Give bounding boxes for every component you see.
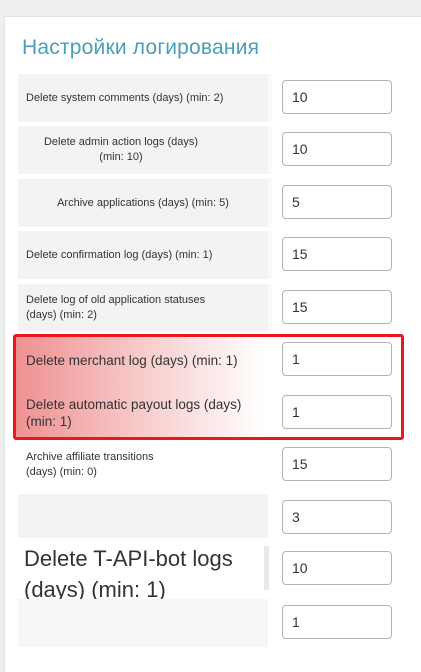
setting-row-automatic-payout-logs: Delete automatic payout logs (days) (min…	[16, 389, 421, 440]
setting-label-affiliate-transitions: Archive affiliate transitions (days) (mi…	[26, 451, 154, 478]
setting-input-cell	[272, 126, 421, 174]
old-application-statuses-days-input[interactable]	[282, 290, 392, 324]
setting-label-confirmation-log: Delete confirmation log (days) (min: 1)	[26, 248, 213, 261]
setting-label-cell: Delete system comments (days) (min: 2)	[18, 74, 268, 122]
setting-label-cell	[18, 494, 268, 542]
setting-label-cell	[18, 599, 268, 647]
setting-label-admin-action-logs: Delete admin action logs (days) (min: 10…	[43, 136, 199, 163]
archive-applications-days-input[interactable]	[282, 185, 392, 219]
confirmation-log-days-input[interactable]	[282, 237, 392, 271]
setting-input-cell	[272, 389, 421, 437]
t-api-bot-logs-days-input[interactable]	[282, 551, 392, 585]
setting-input-cell	[272, 336, 421, 384]
setting-label-merchant-log: Delete merchant log (days) (min: 1)	[26, 352, 238, 368]
setting-label-cell: Archive applications (days) (min: 5)	[18, 179, 268, 227]
affiliate-transitions-days-input[interactable]	[282, 447, 392, 481]
setting-label-cell: Delete automatic payout logs (days) (min…	[18, 389, 268, 437]
setting-input-cell	[272, 599, 421, 647]
setting-row-merchant-log: Delete merchant log (days) (min: 1)	[16, 336, 421, 387]
setting-label-cell: Delete admin action logs (days) (min: 10…	[18, 126, 268, 174]
setting-label-t-api-bot-logs: Delete T-API-bot logs (days) (min: 1)	[24, 546, 233, 602]
setting-label-archive-applications: Archive applications (days) (min: 5)	[57, 196, 229, 209]
setting-label-cell: Delete merchant log (days) (min: 1)	[18, 336, 268, 384]
setting-label-automatic-payout-logs: Delete automatic payout logs (days) (min…	[26, 397, 242, 429]
setting-label-cell: Archive affiliate transitions (days) (mi…	[18, 441, 268, 489]
setting-input-cell	[272, 231, 421, 279]
merchant-log-days-input[interactable]	[282, 342, 392, 376]
setting-label-old-application-statuses: Delete log of old application statuses (…	[26, 294, 206, 321]
setting-row-affiliate-transitions: Archive affiliate transitions (days) (mi…	[16, 441, 421, 492]
setting-input-cell	[272, 545, 421, 593]
setting-input-cell	[272, 441, 421, 489]
setting-input-cell	[272, 74, 421, 122]
cell-separator	[264, 546, 269, 590]
setting-row-archive-applications: Archive applications (days) (min: 5)	[16, 179, 421, 230]
unlabeled-setting-1-input[interactable]	[282, 500, 392, 534]
setting-row-unlabeled-2	[16, 599, 421, 650]
section-title: Настройки логирования	[22, 36, 260, 59]
setting-row-system-comments: Delete system comments (days) (min: 2)	[16, 74, 421, 125]
setting-input-cell	[272, 179, 421, 227]
setting-input-cell	[272, 494, 421, 542]
setting-row-old-application-statuses: Delete log of old application statuses (…	[16, 284, 421, 335]
unlabeled-setting-2-input[interactable]	[282, 605, 392, 639]
setting-row-admin-action-logs: Delete admin action logs (days) (min: 10…	[16, 126, 421, 177]
setting-label-system-comments: Delete system comments (days) (min: 2)	[26, 91, 224, 104]
admin-action-logs-days-input[interactable]	[282, 132, 392, 166]
setting-row-confirmation-log: Delete confirmation log (days) (min: 1)	[16, 231, 421, 282]
setting-label-cell: Delete log of old application statuses (…	[18, 284, 268, 332]
automatic-payout-logs-days-input[interactable]	[282, 395, 392, 429]
system-comments-days-input[interactable]	[282, 80, 392, 114]
setting-input-cell	[272, 284, 421, 332]
setting-label-cell: Delete confirmation log (days) (min: 1)	[18, 231, 268, 279]
